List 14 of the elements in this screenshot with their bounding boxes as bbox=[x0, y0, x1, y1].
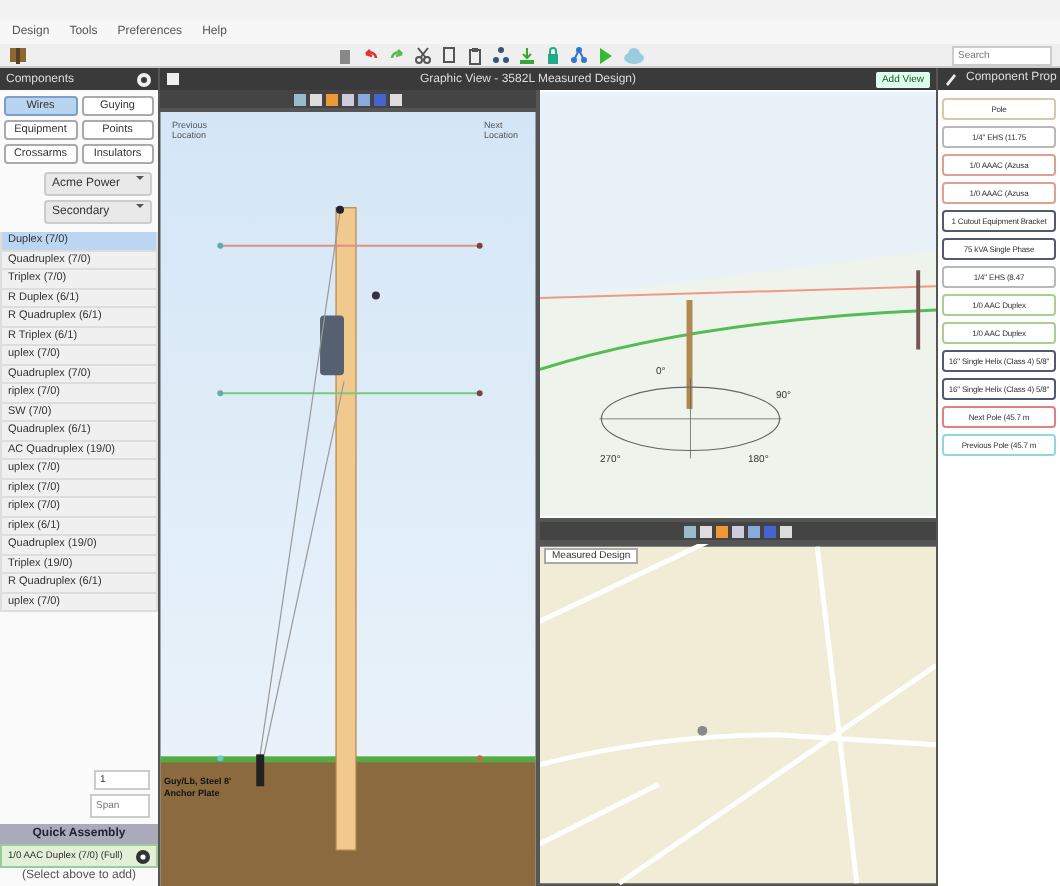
hierarchy-icon bbox=[569, 45, 587, 65]
paste-icon bbox=[465, 45, 483, 65]
pencil-icon bbox=[944, 71, 958, 87]
trash-icon bbox=[335, 45, 353, 65]
scissors-icon bbox=[413, 45, 431, 65]
network-icon bbox=[491, 45, 509, 65]
play-icon bbox=[595, 45, 613, 65]
window-icon bbox=[166, 72, 180, 86]
caret-icon bbox=[136, 174, 144, 182]
download-icon bbox=[517, 45, 535, 65]
cloud-icon bbox=[621, 45, 645, 65]
caret-icon bbox=[136, 202, 144, 210]
lock-icon bbox=[543, 45, 561, 65]
gear-icon bbox=[136, 849, 150, 863]
